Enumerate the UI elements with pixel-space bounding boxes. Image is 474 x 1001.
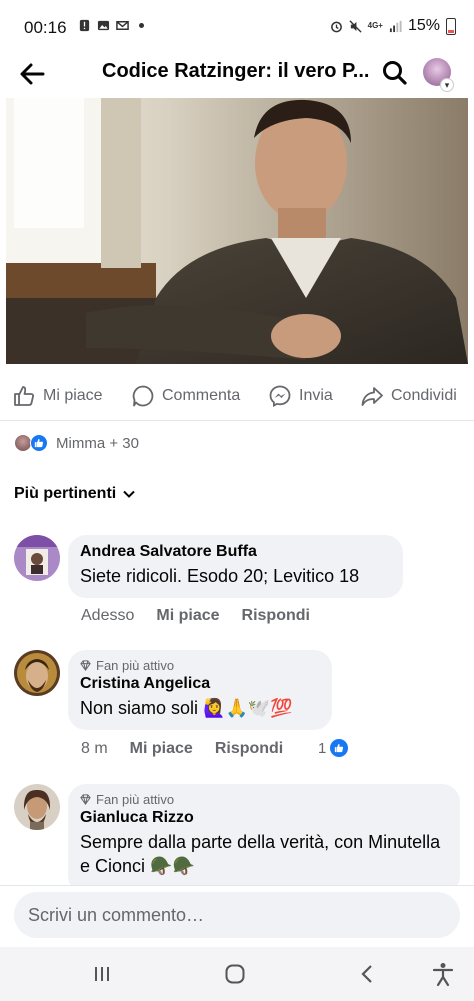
like-count-value: 1 xyxy=(318,739,327,757)
comment-text: Sempre dalla parte della verità, con Min… xyxy=(80,832,441,876)
comment-reply-button[interactable]: Rispondi xyxy=(242,607,310,625)
mute-icon xyxy=(349,19,362,33)
alert-icon xyxy=(79,19,90,32)
photo-illustration xyxy=(6,98,468,364)
comment-reply-button[interactable]: Rispondi xyxy=(215,740,283,758)
comment-bubble[interactable]: Fan più attivo Gianluca Rizzo Sempre dal… xyxy=(68,784,460,894)
image-icon xyxy=(97,20,110,31)
gmail-icon xyxy=(116,21,129,30)
share-label: Condividi xyxy=(391,387,457,404)
status-time: 00:16 xyxy=(24,18,67,37)
comment-text: Non siamo soli 🙋‍♀️🙏🕊️💯 xyxy=(80,698,293,718)
diamond-icon xyxy=(80,794,91,805)
notification-icons xyxy=(78,19,144,32)
top-app-bar: Codice Ratzinger: il vero P... ▾ xyxy=(0,52,474,96)
comment-button[interactable]: Commenta xyxy=(131,384,240,408)
accessibility-icon[interactable] xyxy=(430,961,456,987)
comment-meta: 8 m Mi piace Rispondi xyxy=(81,740,283,758)
system-status: 4G+ 15% xyxy=(330,17,456,35)
avatar[interactable] xyxy=(14,650,60,696)
comment-time: Adesso xyxy=(81,607,135,624)
battery-percent: 15% xyxy=(407,17,440,34)
send-button[interactable]: Invia xyxy=(268,384,333,408)
sort-label: Più pertinenti xyxy=(14,485,117,502)
search-icon[interactable] xyxy=(380,58,410,88)
comment-author[interactable]: Gianluca Rizzo xyxy=(80,809,448,827)
badge-label: Fan più attivo xyxy=(96,658,175,673)
like-button[interactable]: Mi piace xyxy=(12,384,103,408)
like-label: Mi piace xyxy=(43,387,103,404)
comment-icon xyxy=(132,385,154,407)
comment-text: Siete ridicoli. Esodo 20; Levitico 18 xyxy=(80,566,360,586)
chevron-down-icon[interactable]: ▾ xyxy=(440,78,454,92)
avatar[interactable] xyxy=(14,535,60,581)
recent-apps-icon[interactable] xyxy=(89,961,115,987)
share-button[interactable]: Condividi xyxy=(360,384,457,408)
comment-like-button[interactable]: Mi piace xyxy=(156,607,219,625)
reactions-summary[interactable]: Mimma + 30 xyxy=(14,434,139,452)
avatar[interactable] xyxy=(14,784,60,830)
comment-like-button[interactable]: Mi piace xyxy=(130,740,193,758)
page-title: Codice Ratzinger: il vero P... xyxy=(102,60,370,82)
arrow-left-icon[interactable] xyxy=(16,58,48,90)
comment-bubble[interactable]: Andrea Salvatore Buffa Siete ridicoli. E… xyxy=(68,535,403,598)
diamond-icon xyxy=(80,660,91,671)
comment-meta: Adesso Mi piace Rispondi xyxy=(81,607,310,625)
comment-author[interactable]: Andrea Salvatore Buffa xyxy=(80,543,391,561)
top-fan-badge: Fan più attivo xyxy=(80,658,320,673)
network-type: 4G+ xyxy=(367,21,383,30)
comment-label: Commenta xyxy=(162,387,241,404)
like-reaction-icon xyxy=(330,739,349,757)
send-label: Invia xyxy=(299,387,333,404)
system-navigation-bar xyxy=(0,947,474,1001)
top-fan-badge: Fan più attivo xyxy=(80,792,448,807)
alarm-icon xyxy=(330,21,342,32)
comment-input[interactable]: Scrivi un commento… xyxy=(14,892,460,938)
post-photo[interactable] xyxy=(6,98,468,364)
comment-like-count[interactable]: 1 xyxy=(318,739,349,757)
divider xyxy=(0,420,474,421)
messenger-icon xyxy=(269,385,291,408)
comment-author[interactable]: Cristina Angelica xyxy=(80,675,320,693)
post-action-bar: Mi piace Commenta Invia Condividi xyxy=(0,378,474,414)
comment-time: 8 m xyxy=(81,740,108,757)
thumbs-up-icon xyxy=(14,386,34,406)
status-bar: 00:16 4G+ 15% xyxy=(0,0,474,52)
chevron-down-icon xyxy=(123,490,135,498)
comment-bubble[interactable]: Fan più attivo Cristina Angelica Non sia… xyxy=(68,650,332,730)
battery-icon xyxy=(446,17,456,35)
back-icon[interactable] xyxy=(355,961,381,987)
like-reaction-icon xyxy=(30,434,48,452)
comment-sort-dropdown[interactable]: Più pertinenti xyxy=(14,485,136,503)
comment-composer-bar: Scrivi un commento… xyxy=(0,885,474,947)
share-icon xyxy=(361,387,383,406)
reactions-text: Mimma + 30 xyxy=(56,434,139,452)
dot-icon xyxy=(139,23,144,28)
home-icon[interactable] xyxy=(222,961,248,987)
badge-label: Fan più attivo xyxy=(96,792,175,807)
signal-icon xyxy=(389,20,402,32)
